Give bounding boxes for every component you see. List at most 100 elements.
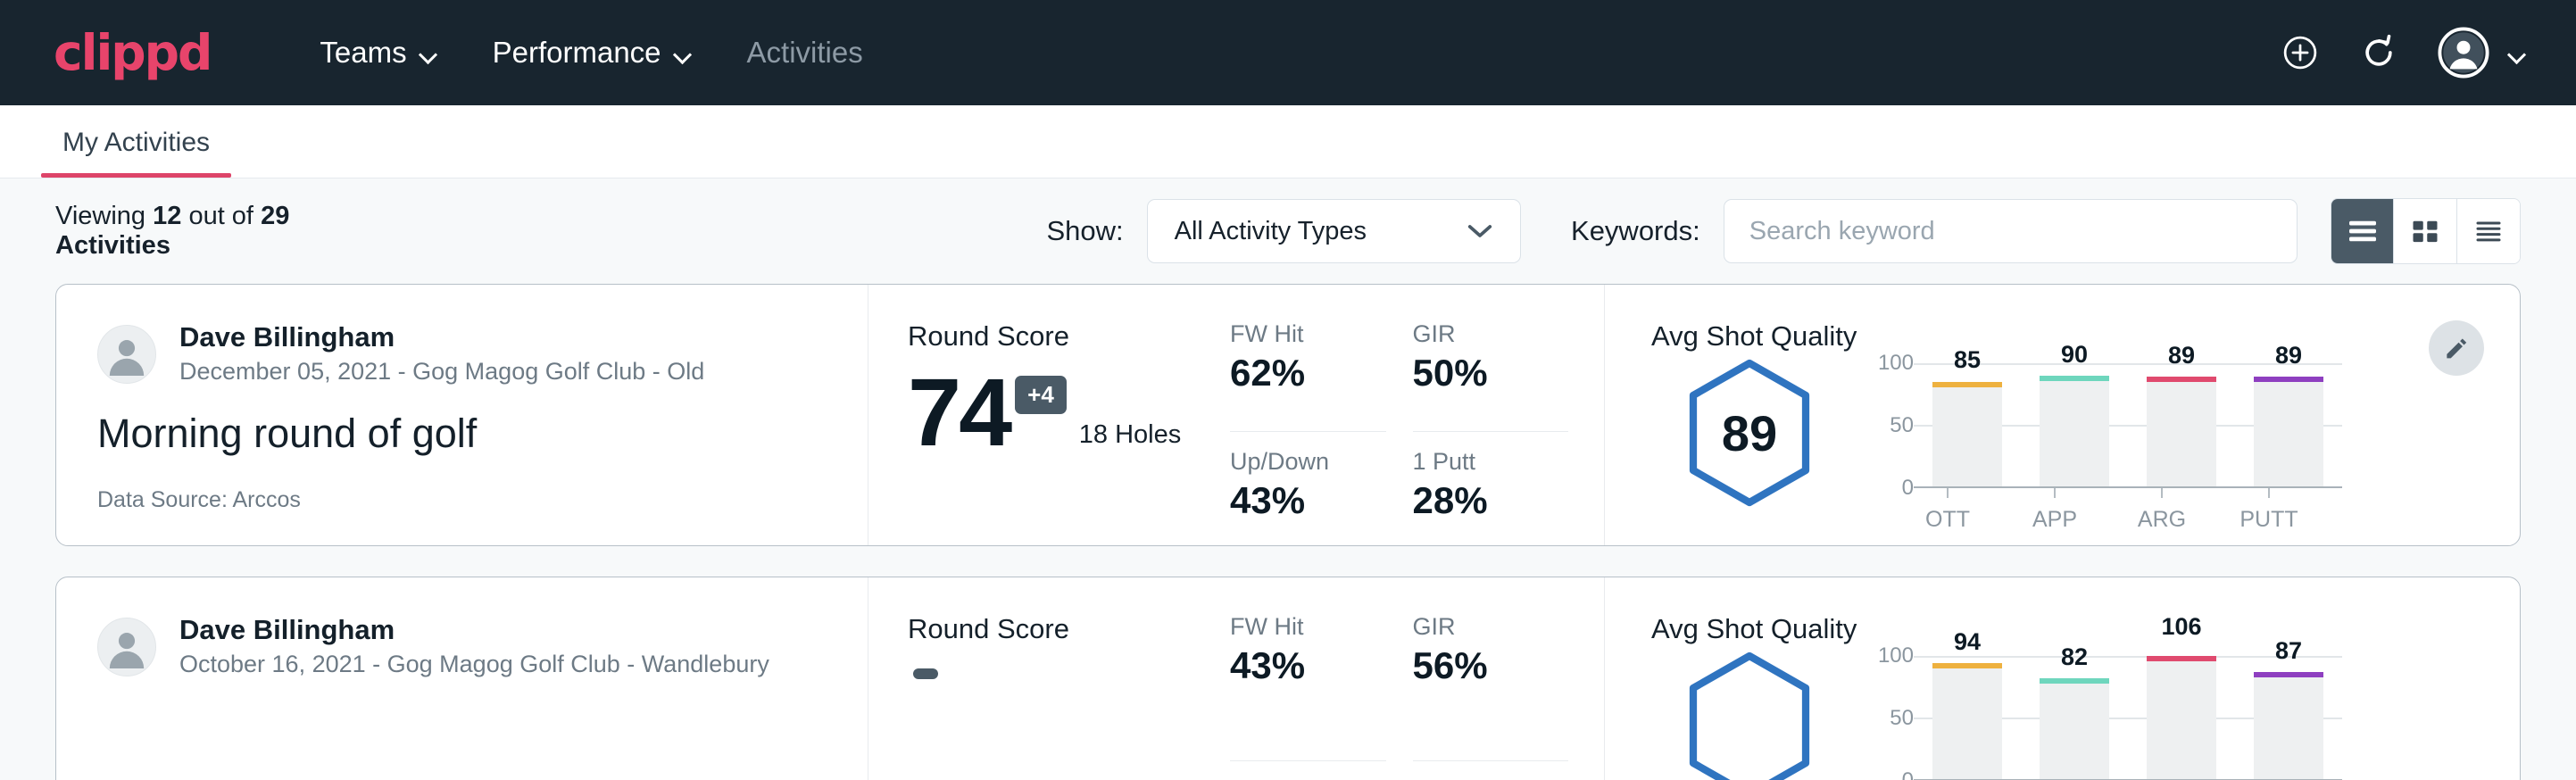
y-tick: 50	[1890, 413, 1914, 438]
person-avatar-icon	[98, 618, 155, 676]
stat-value: 62%	[1230, 352, 1386, 394]
stat-value: 50%	[1413, 352, 1569, 394]
stat-label: GIR	[1413, 613, 1569, 641]
activity-card[interactable]: Dave Billingham December 05, 2021 - Gog …	[55, 284, 2521, 546]
y-tick: 0	[1902, 768, 1914, 780]
plus-circle-icon	[2281, 33, 2320, 72]
activity-card[interactable]: Dave Billingham October 16, 2021 - Gog M…	[55, 577, 2521, 780]
viewing-summary: Viewing 12 out of 29 Activities	[55, 202, 386, 261]
y-tick: 50	[1890, 706, 1914, 731]
nav-item-teams[interactable]: Teams	[320, 36, 436, 70]
stat-fw-hit: FW Hit 43%	[1230, 613, 1386, 761]
refresh-button[interactable]	[2359, 33, 2398, 72]
score-diff-badge: +4	[1015, 376, 1067, 414]
activity-list: Dave Billingham December 05, 2021 - Gog …	[0, 284, 2576, 780]
edit-activity-button[interactable]	[2429, 320, 2484, 376]
x-label: ARG	[2122, 507, 2202, 533]
activity-info: Dave Billingham October 16, 2021 - Gog M…	[56, 577, 868, 780]
bar-putt: 87	[2248, 656, 2329, 779]
chevron-down-icon	[420, 48, 437, 58]
chart-y-axis: 100 50 0	[1867, 656, 1914, 780]
round-score-label: Round Score	[908, 320, 1230, 353]
activity-meta: December 05, 2021 - Gog Magog Golf Club …	[179, 355, 704, 387]
bar-value: 90	[2061, 341, 2088, 369]
x-label: APP	[2015, 507, 2095, 533]
stat-value: 56%	[1413, 644, 1569, 687]
activity-type-value: All Activity Types	[1175, 217, 1367, 246]
bar-app: 90	[2034, 363, 2115, 486]
bar-arg: 106	[2141, 656, 2222, 779]
bar-cap	[2040, 376, 2109, 381]
stat-label: 1 Putt	[1413, 448, 1569, 476]
nav-label-teams: Teams	[320, 36, 406, 70]
avatar	[97, 325, 156, 384]
show-label: Show:	[1046, 215, 1123, 247]
bar-value: 87	[2275, 637, 2302, 665]
avg-shot-quality-value	[1682, 651, 1817, 780]
tab-my-activities[interactable]: My Activities	[41, 128, 231, 178]
nav-label-performance: Performance	[493, 36, 661, 70]
chevron-down-icon	[2509, 48, 2526, 58]
avg-shot-quality-section: Avg Shot Quality 89 100 50	[1605, 285, 2520, 545]
round-score-section: Round Score	[868, 577, 1230, 780]
stat-up-down: Up/Down 43%	[1230, 448, 1386, 546]
activity-stats: FW Hit 43% GIR 56%	[1230, 577, 1605, 780]
avg-shot-quality-section: Avg Shot Quality 100 50	[1605, 577, 2520, 780]
chart-x-labels: OTT APP ARG PUTT	[1894, 507, 2323, 533]
bar-rect	[1932, 382, 2002, 486]
tab-bar: My Activities	[0, 105, 2576, 178]
avatar	[97, 618, 156, 676]
account-avatar-icon	[2438, 27, 2489, 79]
primary-nav: Teams Performance Activities	[320, 36, 862, 70]
stat-label: GIR	[1413, 320, 1569, 348]
top-navbar: clippd Teams Performance Activities	[0, 0, 2576, 105]
bar-ott: 85	[1927, 363, 2007, 486]
bar-cap	[2040, 678, 2109, 684]
bar-cap	[2147, 377, 2216, 382]
activity-info: Dave Billingham December 05, 2021 - Gog …	[56, 285, 868, 545]
stat-label: Up/Down	[1230, 448, 1386, 476]
viewing-prefix: Viewing	[55, 202, 145, 230]
quality-hexagon: 89	[1651, 358, 1848, 508]
keywords-label: Keywords:	[1571, 215, 1700, 247]
nav-label-activities: Activities	[747, 36, 863, 70]
y-tick: 0	[1902, 476, 1914, 501]
quality-body: 100 50 0 94	[1651, 651, 2520, 780]
bar-value: 106	[2161, 613, 2201, 641]
nav-item-performance[interactable]: Performance	[493, 36, 692, 70]
chevron-down-icon	[675, 48, 692, 58]
tab-label: My Activities	[62, 128, 210, 157]
nav-item-activities[interactable]: Activities	[747, 36, 863, 70]
chevron-down-icon	[1467, 223, 1493, 239]
score-diff-badge	[913, 668, 938, 679]
bar-value: 89	[2168, 342, 2195, 369]
bar-arg: 89	[2141, 363, 2222, 486]
stat-gir: GIR 50%	[1413, 320, 1569, 432]
bar-rect	[1932, 663, 2002, 779]
chart-y-axis: 100 50 0	[1867, 363, 1914, 488]
account-menu-button[interactable]	[2438, 27, 2526, 79]
bar-cap	[1932, 663, 2002, 668]
bar-cap	[2254, 672, 2323, 677]
stat-value: 43%	[1230, 479, 1386, 522]
activity-type-select[interactable]: All Activity Types	[1147, 199, 1521, 263]
add-activity-button[interactable]	[2281, 33, 2320, 72]
view-mode-compact-button[interactable]	[2457, 199, 2520, 263]
clippd-logo[interactable]: clippd	[54, 24, 211, 81]
bar-value: 89	[2275, 342, 2302, 369]
compact-view-icon	[2472, 218, 2505, 245]
player-name: Dave Billingham	[179, 320, 704, 355]
bar-rect	[2040, 678, 2109, 779]
search-input[interactable]	[1724, 199, 2298, 263]
view-mode-list-button[interactable]	[2331, 199, 2394, 263]
round-score-label: Round Score	[908, 613, 1230, 645]
stat-label: FW Hit	[1230, 320, 1386, 348]
bar-value: 94	[1954, 628, 1981, 656]
bar-rect	[2147, 377, 2216, 486]
viewing-total: 29	[261, 202, 289, 230]
avg-shot-quality-value: 89	[1682, 358, 1817, 508]
view-mode-grid-button[interactable]	[2394, 199, 2456, 263]
shot-quality-chart: 100 50 0 85	[1848, 358, 2342, 533]
stat-value: 28%	[1413, 479, 1569, 522]
pencil-icon	[2442, 334, 2471, 362]
